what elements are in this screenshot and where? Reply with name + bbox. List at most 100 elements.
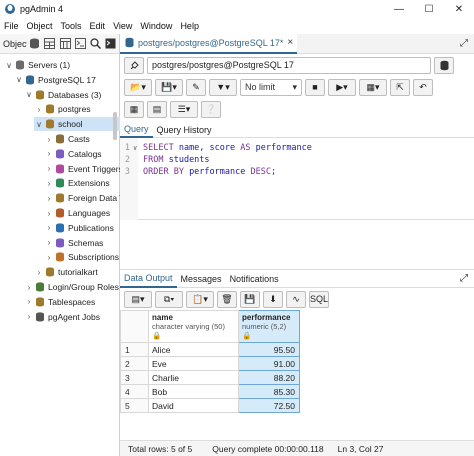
query-tool-icon[interactable]	[73, 36, 87, 52]
tree-item[interactable]: › tutorialkart	[34, 265, 98, 279]
execute-button[interactable]: ▶▾	[328, 78, 356, 96]
tree-item[interactable]: › Casts	[44, 132, 90, 146]
table-row[interactable]: 1 Alice 95.50	[120, 342, 300, 357]
chevron-right-icon[interactable]: ›	[44, 135, 54, 144]
table-icon[interactable]	[43, 36, 57, 52]
menu-object[interactable]: Object	[23, 21, 57, 31]
help-button[interactable]: ❔	[201, 100, 221, 118]
tree-item[interactable]: › Login/Group Roles	[24, 280, 119, 294]
connection-select[interactable]: postgres/postgres@PostgreSQL 17	[147, 56, 431, 74]
terminal-icon[interactable]	[104, 36, 118, 52]
copy-button[interactable]: ⧉▾	[155, 290, 183, 308]
menu-file[interactable]: File	[0, 21, 23, 31]
cell-performance[interactable]: 88.20	[238, 370, 300, 385]
chevron-right-icon[interactable]: ›	[44, 194, 54, 203]
grid-corner[interactable]	[120, 310, 149, 343]
tree-item[interactable]: › Languages	[44, 206, 110, 220]
tree-item[interactable]: › Foreign Data W	[44, 191, 128, 205]
limit-select[interactable]: No limit ▾	[240, 78, 302, 96]
cell-performance[interactable]: 91.00	[238, 356, 300, 371]
tree-item[interactable]: › Event Triggers	[44, 162, 123, 176]
tree-item[interactable]: ∨ school	[34, 117, 120, 132]
column-header-performance[interactable]: performance numeric (5,2) 🔒	[238, 310, 300, 343]
chevron-down-icon[interactable]: ∨	[24, 90, 34, 99]
commit-button[interactable]: ⇱	[390, 78, 410, 96]
close-icon[interactable]: ✕	[444, 0, 474, 18]
tree-scrollbar[interactable]	[113, 112, 117, 140]
chevron-right-icon[interactable]: ›	[44, 164, 54, 173]
format-button[interactable]: ▤	[147, 100, 167, 118]
download-button[interactable]: ⬇	[263, 290, 283, 308]
tree-item[interactable]: › Publications	[44, 221, 114, 235]
sql-button[interactable]: SQL	[309, 290, 330, 308]
row-number[interactable]: 5	[120, 398, 149, 413]
rollback-button[interactable]: ↶	[413, 78, 433, 96]
tab-query[interactable]: Query	[120, 122, 153, 138]
cell-performance[interactable]: 72.50	[238, 398, 300, 413]
open-file-button[interactable]: 📂▾	[124, 78, 152, 96]
tree-item[interactable]: ∨ PostgreSQL 17	[14, 73, 96, 87]
fold-icon[interactable]: ∨	[133, 144, 141, 152]
tree-item[interactable]: › Catalogs	[44, 147, 102, 161]
edit-button[interactable]: ✎	[186, 78, 206, 96]
macros-button[interactable]: ▦	[124, 100, 144, 118]
tree-item[interactable]: › Schemas	[44, 236, 104, 250]
chevron-down-icon[interactable]: ∨	[34, 120, 44, 129]
chevron-down-icon[interactable]: ∨	[14, 75, 24, 84]
tree-item[interactable]: › Subscriptions	[44, 250, 119, 264]
add-row-button[interactable]: ▤▾	[124, 290, 152, 308]
save-data-button[interactable]: 💾	[240, 290, 260, 308]
menu-edit[interactable]: Edit	[86, 21, 110, 31]
chevron-right-icon[interactable]: ›	[44, 179, 54, 188]
database-icon[interactable]	[27, 36, 41, 52]
row-number[interactable]: 1	[120, 342, 149, 357]
tree-item[interactable]: › Tablespaces	[24, 295, 96, 309]
row-number[interactable]: 4	[120, 384, 149, 399]
minimize-icon[interactable]: —	[384, 0, 414, 18]
cell-name[interactable]: Eve	[148, 356, 239, 371]
table-row[interactable]: 2 Eve 91.00	[120, 356, 300, 371]
connection-status-icon[interactable]	[124, 56, 144, 74]
explain-button[interactable]: ▦▾	[359, 78, 387, 96]
chevron-right-icon[interactable]: ›	[44, 253, 54, 262]
table-row[interactable]: 3 Charlie 88.20	[120, 370, 300, 385]
cell-name[interactable]: Bob	[148, 384, 239, 399]
stop-button[interactable]: ■	[305, 78, 325, 96]
tab-messages[interactable]: Messages	[177, 270, 226, 288]
tab-query-history[interactable]: Query History	[153, 122, 216, 138]
expand-icon[interactable]: ⤢	[460, 38, 468, 49]
chevron-right-icon[interactable]: ›	[24, 312, 34, 321]
paste-button[interactable]: 📋▾	[186, 290, 214, 308]
close-tab-icon[interactable]: ×	[287, 37, 293, 48]
editor-tab[interactable]: postgres/postgres@PostgreSQL 17* ×	[120, 33, 298, 54]
cell-name[interactable]: David	[148, 398, 239, 413]
cell-name[interactable]: Charlie	[148, 370, 239, 385]
chevron-right-icon[interactable]: ›	[34, 105, 44, 114]
object-explorer-label[interactable]: Object	[0, 39, 27, 49]
tree-item[interactable]: › Extensions	[44, 176, 110, 190]
cell-performance[interactable]: 85.30	[238, 384, 300, 399]
tree-item[interactable]: ∨ Databases (3)	[24, 88, 101, 102]
chevron-right-icon[interactable]: ›	[24, 297, 34, 306]
cell-performance[interactable]: 95.50	[238, 342, 300, 357]
tree-item[interactable]: ∨ Servers (1)	[4, 58, 70, 72]
tab-data-output[interactable]: Data Output	[120, 270, 177, 288]
grid-view-icon[interactable]	[58, 36, 72, 52]
graph-button[interactable]: ∿	[286, 290, 306, 308]
sql-editor[interactable]: 1 ∨ SELECT name, score AS performance 2 FROM…	[120, 138, 474, 220]
chevron-right-icon[interactable]: ›	[44, 238, 54, 247]
menu-help[interactable]: Help	[176, 21, 203, 31]
table-row[interactable]: 5 David 72.50	[120, 398, 300, 413]
search-icon[interactable]	[88, 36, 102, 52]
menu-view[interactable]: View	[109, 21, 136, 31]
column-header-name[interactable]: name character varying (50) 🔒	[148, 310, 239, 343]
cell-name[interactable]: Alice	[148, 342, 239, 357]
menu-tools[interactable]: Tools	[57, 21, 86, 31]
chevron-right-icon[interactable]: ›	[44, 149, 54, 158]
filter-button[interactable]: ▼▾	[209, 78, 237, 96]
chevron-right-icon[interactable]: ›	[34, 268, 44, 277]
more-menu-button[interactable]: ☰▾	[170, 100, 198, 118]
table-row[interactable]: 4 Bob 85.30	[120, 384, 300, 399]
editor-empty-area[interactable]	[120, 220, 474, 270]
tree-item[interactable]: › pgAgent Jobs	[24, 310, 100, 324]
